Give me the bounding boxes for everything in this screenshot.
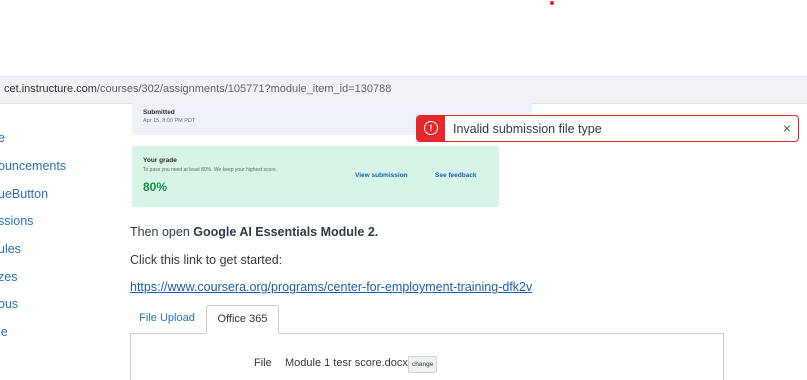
sidebar-item-modules[interactable]: ules <box>0 242 21 256</box>
sidebar-item-home[interactable]: e <box>0 131 5 145</box>
url-text[interactable]: cet.instructure.com/courses/302/assignme… <box>4 83 391 95</box>
toast-icon-box: ! <box>417 116 445 141</box>
close-icon[interactable]: × <box>783 120 791 136</box>
instruction-open-bold: Google AI Essentials Module 2. <box>193 225 379 239</box>
instruction-open-prefix: Then open <box>130 225 194 239</box>
toast-message: Invalid submission file type <box>453 122 602 136</box>
url-domain: cet.instructure.com <box>4 83 97 95</box>
change-file-button[interactable]: change <box>408 356 438 373</box>
instruction-click-link: Click this link to get started: <box>130 253 283 267</box>
coursera-program-link[interactable]: https://www.coursera.org/programs/center… <box>130 280 532 294</box>
upload-panel: File Module 1 tesr score.docx change <box>130 333 724 380</box>
selected-file-name: Module 1 tesr score.docx <box>285 357 408 369</box>
error-icon: ! <box>424 121 438 135</box>
grade-percentage: 80% <box>143 180 168 194</box>
grade-card: Your grade To pass you need at least 80%… <box>132 146 499 207</box>
submitted-date: Apr 15, 8:00 PM PDT <box>143 118 196 124</box>
tab-office-365[interactable]: Office 365 <box>206 305 279 334</box>
instruction-open-module: Then open Google AI Essentials Module 2. <box>130 225 378 239</box>
cursor-dot <box>550 1 554 5</box>
sidebar-item-announcements[interactable]: ouncements <box>0 159 66 173</box>
sidebar-item-people[interactable]: le <box>0 325 8 339</box>
url-path: /courses/302/assignments/105771?module_i… <box>96 83 392 95</box>
address-bar[interactable]: cet.instructure.com/courses/302/assignme… <box>0 76 807 104</box>
grade-title: Your grade <box>143 157 177 164</box>
sidebar-item-quizzes[interactable]: zes <box>0 270 17 284</box>
see-feedback-link[interactable]: See feedback <box>435 172 477 179</box>
grade-requirement: To pass you need at least 80%. We keep y… <box>143 167 278 173</box>
submission-tabs: File Upload Office 365 <box>130 305 724 334</box>
error-toast: ! Invalid submission file type × <box>416 115 799 142</box>
sidebar-item-discussions[interactable]: ssions <box>0 214 33 228</box>
submitted-title: Submitted <box>143 109 175 116</box>
screen: cet.instructure.com/courses/302/assignme… <box>0 0 807 380</box>
file-label: File <box>254 357 272 369</box>
view-submission-link[interactable]: View submission <box>355 172 408 179</box>
sidebar-item-bluebutton[interactable]: ueButton <box>0 187 48 201</box>
tab-file-upload[interactable]: File Upload <box>130 305 204 332</box>
sidebar-item-syllabus[interactable]: ous <box>0 297 18 311</box>
